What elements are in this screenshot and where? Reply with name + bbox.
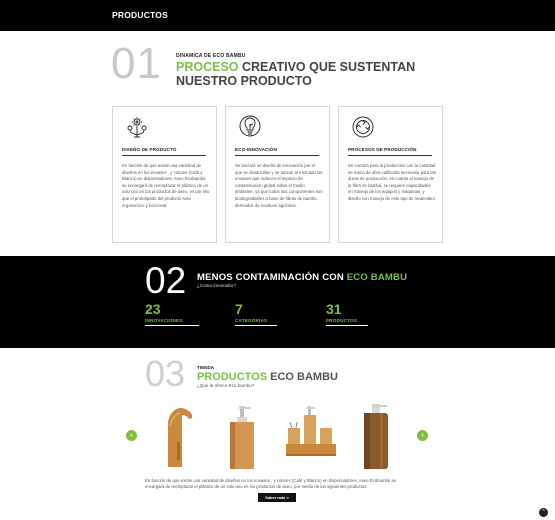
gear-tree-icon bbox=[127, 117, 147, 138]
card-body: En función de que existe una variedad de… bbox=[122, 163, 210, 208]
section-number-01: 01 bbox=[111, 39, 162, 88]
stat-innovaciones-value: 23 bbox=[145, 301, 161, 317]
product-cylinder-dispenser[interactable] bbox=[344, 402, 412, 472]
stat-categorias-label: CATEGORIAS bbox=[235, 318, 268, 323]
section3-title: PRODUCTOS ECO BAMBU bbox=[197, 371, 338, 383]
card-title: ECO-INNOVACIÓN bbox=[235, 147, 277, 152]
stat-underline bbox=[145, 325, 199, 326]
section1-eyebrow: DINAMICA DE ECO BAMBU bbox=[176, 53, 246, 59]
lightbulb-leaf-icon bbox=[239, 115, 261, 137]
product-bamboo-bath-set[interactable] bbox=[278, 402, 346, 472]
section3-subtitle: ¿Que le ofrece Eco bambu? bbox=[197, 383, 255, 388]
heading-highlight: PROCESO bbox=[176, 60, 239, 74]
top-header-bar: PRODUCTOS bbox=[0, 0, 555, 31]
section2-title: MENOS CONTAMINACIÓN CON ECO BAMBU bbox=[197, 272, 407, 283]
section2-subtitle: ¿Como innovador? bbox=[197, 283, 237, 288]
card-divider bbox=[348, 155, 432, 156]
product-curved-dispenser[interactable] bbox=[148, 402, 216, 472]
section-number-02: 02 bbox=[145, 260, 187, 301]
stat-innovaciones-label: INNOVACIONES bbox=[145, 318, 183, 323]
stat-underline bbox=[326, 325, 368, 326]
card-eco-innovation: ECO-INNOVACIÓN Se lanzará un diseño de i… bbox=[225, 106, 330, 243]
section3-title-highlight: PRODUCTOS bbox=[197, 371, 268, 383]
section3-eyebrow: TIENDA bbox=[197, 365, 215, 370]
stat-categorias-value: 7 bbox=[235, 301, 243, 317]
section2-title-text: MENOS CONTAMINACIÓN CON bbox=[197, 272, 347, 283]
products-description: En función de que existe una variedad de… bbox=[145, 478, 397, 489]
section-number-03: 03 bbox=[145, 353, 186, 394]
card-body: Se lanzará un diseño de innovación por e… bbox=[235, 163, 323, 208]
stats-band bbox=[0, 256, 555, 348]
card-body: Se contará para la producción con la can… bbox=[348, 163, 436, 201]
carousel-prev-button[interactable]: ‹ bbox=[126, 430, 137, 441]
section3-title-text: ECO BAMBU bbox=[267, 371, 338, 383]
scroll-to-top-button[interactable]: ^ bbox=[539, 508, 548, 517]
card-divider bbox=[122, 155, 206, 156]
card-production-processes: PROCESOS DE PRODUCCIÓN Se contará para l… bbox=[338, 106, 443, 243]
card-divider bbox=[235, 155, 319, 156]
card-product-design: DISEÑO DE PRODUCTO En función de que exi… bbox=[112, 106, 217, 243]
stat-productos-value: 31 bbox=[326, 301, 342, 317]
stat-underline bbox=[235, 325, 277, 326]
learn-more-button[interactable]: Saber más > bbox=[258, 493, 296, 502]
page-title: PRODUCTOS bbox=[112, 10, 168, 20]
recycle-icon bbox=[352, 116, 374, 138]
card-title: PROCESOS DE PRODUCCIÓN bbox=[348, 147, 417, 152]
section2-title-highlight: ECO BAMBU bbox=[346, 272, 408, 283]
card-title: DISEÑO DE PRODUCTO bbox=[122, 147, 177, 152]
product-square-pump-dispenser[interactable] bbox=[208, 402, 276, 472]
carousel-next-button[interactable]: › bbox=[417, 430, 428, 441]
stat-productos-label: PRODUCTOS bbox=[326, 318, 358, 323]
section1-heading: PROCESO CREATIVO QUE SUSTENTAN NUESTRO P… bbox=[176, 60, 436, 88]
